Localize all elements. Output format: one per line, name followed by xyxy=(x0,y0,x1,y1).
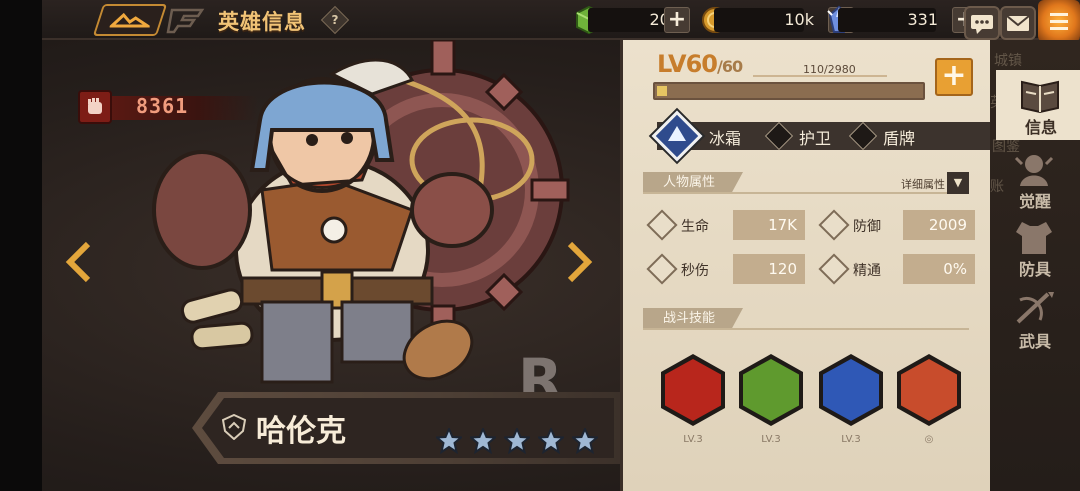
tab-awaken[interactable]: 觉醒 xyxy=(990,144,1080,214)
crossbow-icon xyxy=(1016,292,1054,324)
detail-attributes-link[interactable]: 详细属性 xyxy=(901,176,945,192)
attr-value: 2009 xyxy=(903,210,975,240)
tab-armor[interactable]: 防具 xyxy=(990,212,1080,282)
tab-label: 信息 xyxy=(1024,118,1057,137)
level-up-button[interactable]: + xyxy=(935,58,973,96)
attr-defense: 防御 2009 xyxy=(818,209,979,241)
mail-button[interactable] xyxy=(1000,6,1036,40)
detail-attributes-button[interactable]: ▼ xyxy=(947,172,969,194)
mail-icon xyxy=(1006,15,1030,31)
star-icon xyxy=(572,428,598,454)
heart-icon xyxy=(646,209,678,241)
hero-level-current: LV60 xyxy=(657,50,718,78)
sword-icon xyxy=(646,253,678,285)
skill-slot-4[interactable]: ◎ xyxy=(893,354,963,452)
attr-hp: 生命 17K xyxy=(646,209,807,241)
hero-stage: 8361 R 哈伦克 xyxy=(42,40,620,491)
tab-info[interactable]: 信息 xyxy=(996,70,1080,140)
skill-level: LV.3 xyxy=(683,434,703,445)
attr-dps: 秒伤 120 xyxy=(646,253,807,285)
section-title: 人物属性 xyxy=(643,172,743,194)
shield-icon xyxy=(818,209,850,241)
attr-name: 精通 xyxy=(853,263,881,279)
hero-name-plate: 哈伦克 xyxy=(192,392,620,464)
fist-icon xyxy=(78,90,112,124)
resource-value: 331 xyxy=(907,10,938,29)
skill-slot-2[interactable]: LV.3 xyxy=(735,354,805,452)
section-rule xyxy=(643,192,969,194)
star-icon xyxy=(504,428,530,454)
skill-level: LV.3 xyxy=(761,434,781,445)
hero-level: LV60/60 xyxy=(657,50,743,78)
resource-green-cube: 204 + xyxy=(574,5,694,35)
exp-progress-bar xyxy=(653,82,925,100)
attributes-section-header: 人物属性 详细属性 ▼ xyxy=(643,172,969,194)
attr-name: 生命 xyxy=(681,219,709,235)
hero-name: 哈伦克 xyxy=(256,414,346,449)
top-bar: 英雄信息 ? 204 + 10k + xyxy=(42,0,1080,40)
page-title: 英雄信息 xyxy=(218,10,306,34)
previous-hero-arrow-icon[interactable] xyxy=(64,240,94,284)
hero-info-screen: 英雄信息 ? 204 + 10k + xyxy=(0,0,1080,491)
armor-icon xyxy=(1016,222,1052,254)
resource-crystal: 331 + xyxy=(824,5,984,33)
skill-level: ◎ xyxy=(924,434,934,445)
trait-label: 护卫 xyxy=(799,129,832,148)
tab-label: 防具 xyxy=(1018,260,1051,279)
attr-value: 0% xyxy=(903,254,975,284)
ghost-label: 城镇 xyxy=(994,53,1022,69)
mastery-icon xyxy=(818,253,850,285)
resource-gold-coin: 10k + xyxy=(700,5,854,33)
awaken-icon xyxy=(1014,155,1054,186)
star-icon xyxy=(470,428,496,454)
skills-section-header: 战斗技能 xyxy=(643,308,969,330)
hero-level-max: /60 xyxy=(716,57,743,76)
side-tab-bar: 城镇 英 图鉴 账 信息 觉醒 防具 xyxy=(990,40,1080,491)
guardian-class-icon xyxy=(222,414,246,440)
main-menu-button[interactable] xyxy=(1038,0,1080,42)
skill-slot-3[interactable]: LV.3 xyxy=(815,354,885,452)
star-icon xyxy=(538,428,564,454)
attr-name: 防御 xyxy=(853,219,881,235)
skill-slot-1[interactable]: LV.3 xyxy=(657,354,727,452)
screen-bezel xyxy=(0,0,42,491)
back-arrow-icon xyxy=(109,12,150,28)
trait-label: 盾牌 xyxy=(883,129,916,148)
tab-label: 武具 xyxy=(1018,332,1051,351)
help-icon-glyph: ? xyxy=(331,13,339,27)
attr-value: 120 xyxy=(733,254,805,284)
attr-name: 秒伤 xyxy=(681,263,709,279)
back-button[interactable] xyxy=(92,4,168,36)
resource-value: 10k xyxy=(784,10,814,29)
help-icon[interactable]: ? xyxy=(320,5,350,35)
tab-label: 觉醒 xyxy=(1018,192,1051,211)
section-title: 战斗技能 xyxy=(643,308,743,330)
trait-row: 冰霜 护卫 盾牌 xyxy=(647,110,993,162)
game-logo-icon xyxy=(166,8,205,34)
trait-label: 冰霜 xyxy=(709,129,742,148)
tab-weapon[interactable]: 武具 xyxy=(990,284,1080,354)
menu-icon xyxy=(1050,13,1068,30)
attr-mastery: 精通 0% xyxy=(818,253,979,285)
exp-text: 110/2980 xyxy=(803,63,856,76)
chat-icon xyxy=(971,15,993,34)
attr-value: 17K xyxy=(733,210,805,240)
add-green-cube-button[interactable]: + xyxy=(664,7,690,33)
exp-progress-fill xyxy=(657,86,667,96)
skill-level: LV.3 xyxy=(841,434,861,445)
hero-detail-panel: LV60/60 110/2980 + 冰霜 护卫 盾牌 人物属性 详细属性 ▼ … xyxy=(620,40,993,491)
frost-element-icon[interactable] xyxy=(651,110,703,162)
book-icon xyxy=(1021,80,1059,114)
chat-button[interactable] xyxy=(964,6,1000,40)
star-icon xyxy=(436,428,462,454)
section-rule xyxy=(643,328,969,330)
